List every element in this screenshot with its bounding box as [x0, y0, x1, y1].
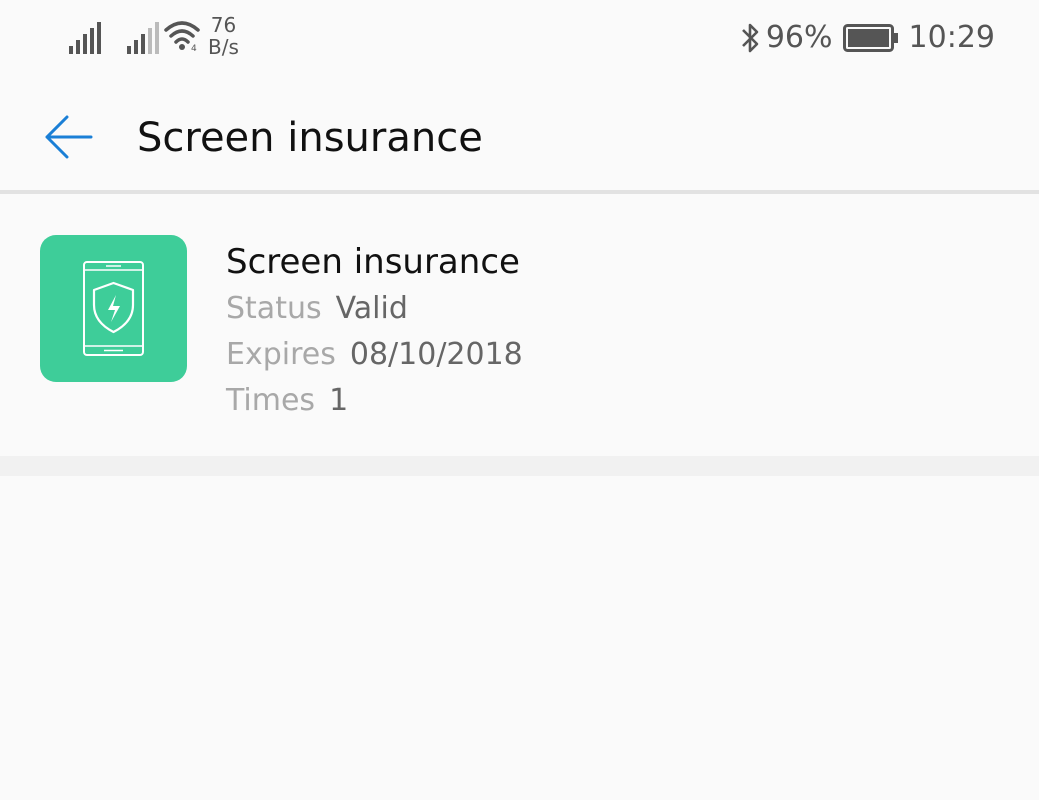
screen-insurance-icon [40, 235, 187, 382]
status-bar: 4 76 B/s 96% 10:29 [0, 0, 1039, 80]
phone-shield-icon [83, 261, 144, 356]
card-details: Screen insurance Status Valid Expires 08/1… [226, 240, 523, 422]
bluetooth-icon [741, 23, 759, 52]
card-title: Screen insurance [226, 242, 520, 282]
cell-signal-2-icon [127, 22, 159, 54]
expires-value: 08/10/2018 [349, 337, 523, 372]
back-arrow-icon [45, 115, 93, 159]
times-value: 1 [329, 383, 349, 418]
status-right-icons: 96% 10:29 [740, 20, 995, 55]
battery-percent: 96% [765, 20, 833, 55]
app-bar: Screen insurance [0, 80, 1039, 190]
network-speed: 76 B/s [208, 14, 239, 58]
status-value: Valid [335, 291, 408, 326]
svg-text:4: 4 [191, 44, 197, 54]
status-label: Status [226, 291, 322, 326]
section-separator [0, 456, 1039, 476]
wifi-icon: 4 [164, 21, 200, 54]
network-speed-value: 76 [210, 13, 237, 37]
page-title: Screen insurance [137, 115, 483, 161]
cell-signal-1-icon [69, 22, 101, 54]
clock: 10:29 [908, 20, 995, 55]
status-row: Status Valid [226, 288, 523, 330]
expires-label: Expires [226, 337, 336, 372]
insurance-card[interactable]: Screen insurance Status Valid Expires 08/1… [0, 194, 1039, 456]
battery-icon [842, 23, 898, 52]
status-left-icons: 4 76 B/s [66, 14, 239, 58]
times-row: Times 1 [226, 380, 523, 422]
back-button[interactable] [40, 112, 96, 162]
times-label: Times [226, 383, 316, 418]
expires-row: Expires 08/10/2018 [226, 334, 523, 376]
network-speed-unit: B/s [208, 35, 239, 59]
